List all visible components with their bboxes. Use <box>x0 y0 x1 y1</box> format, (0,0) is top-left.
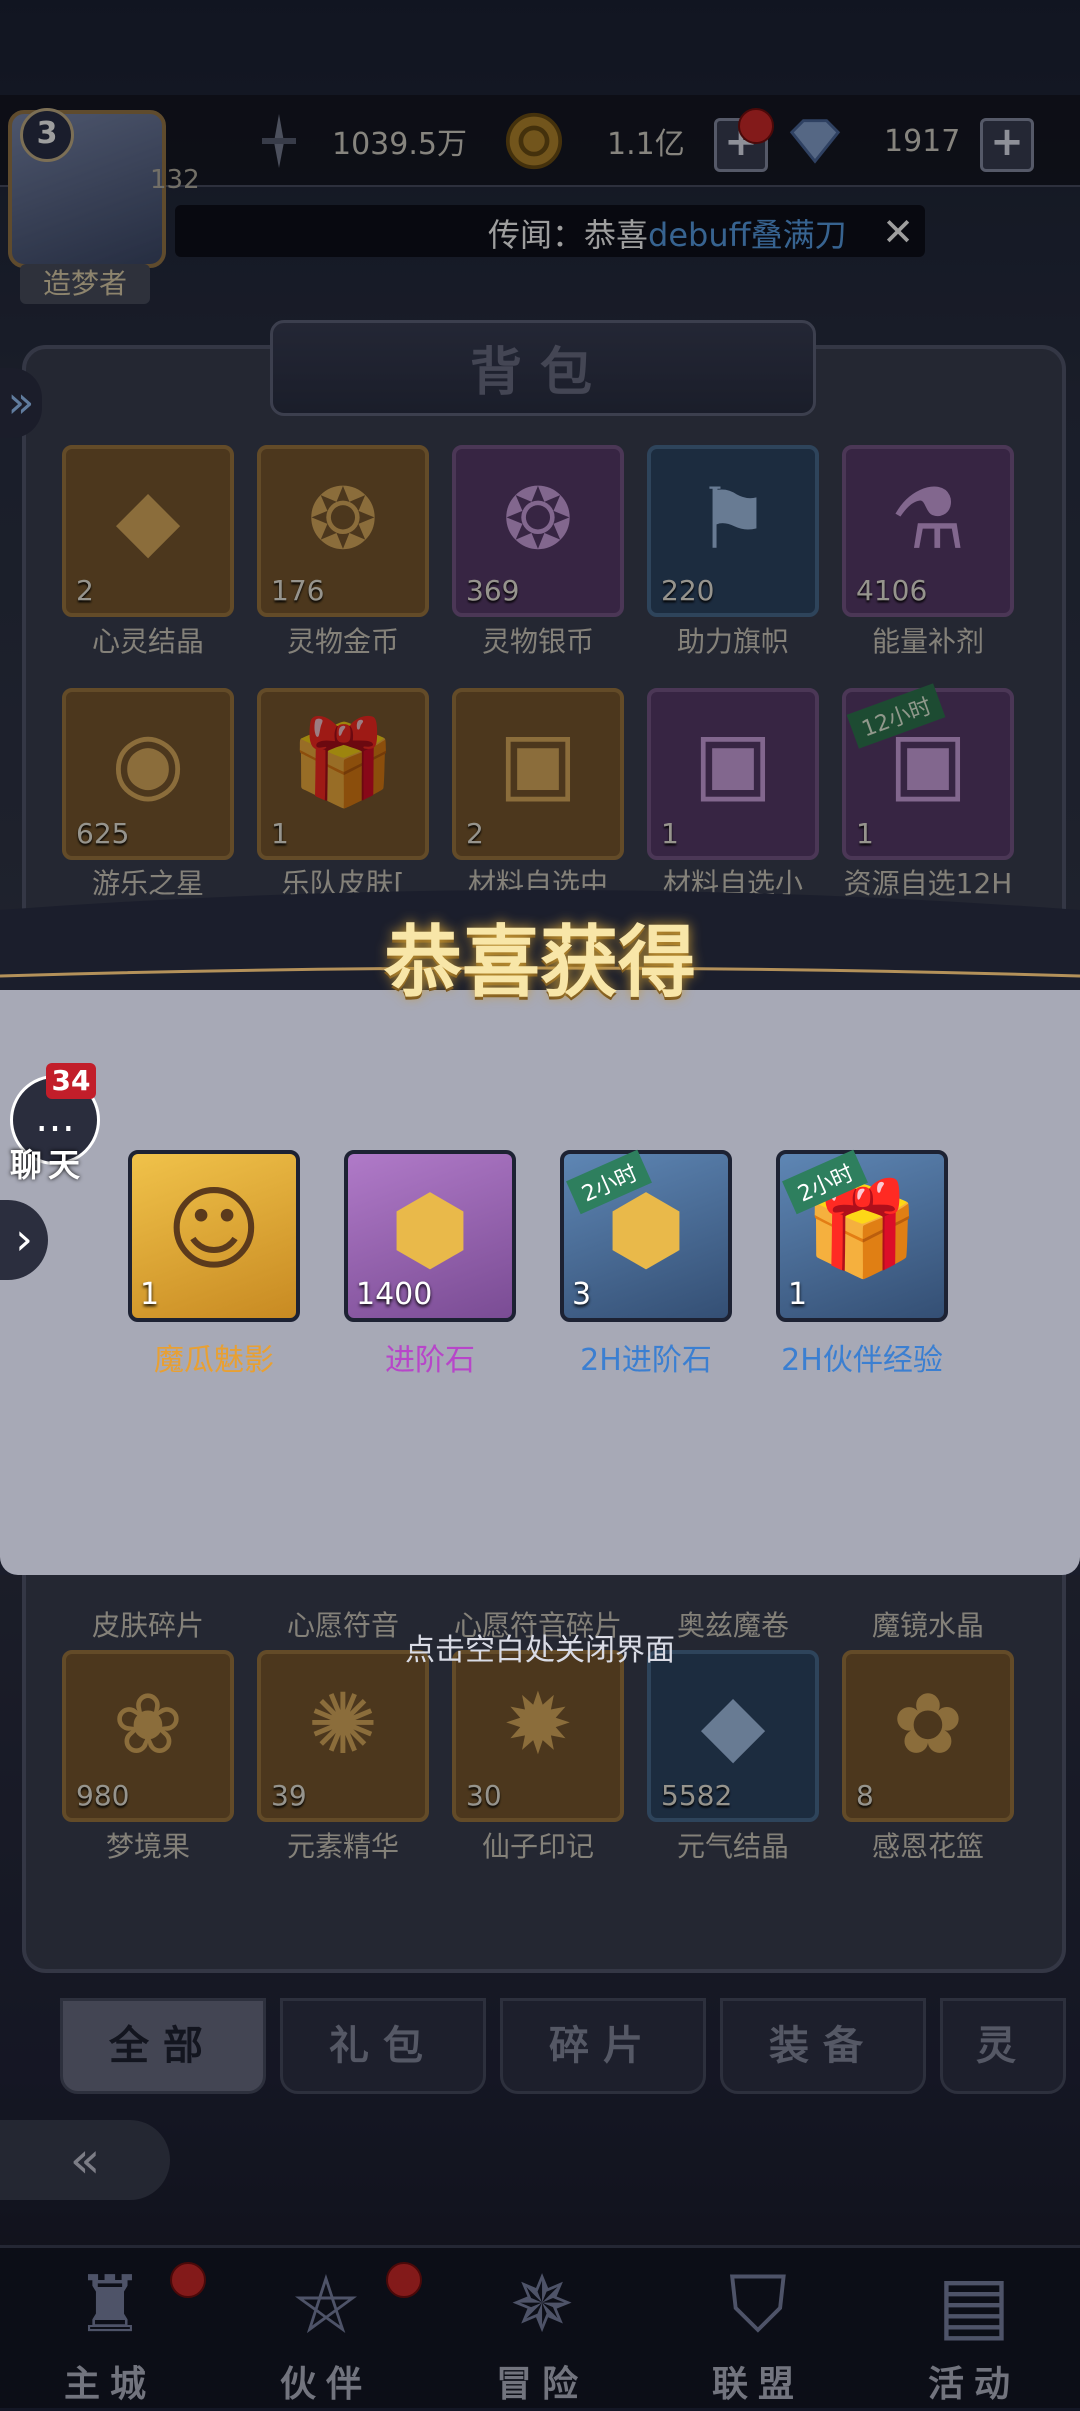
reward-title: 恭喜获得 <box>383 917 696 1008</box>
reward-item[interactable]: ☺ 1 <box>128 1150 300 1322</box>
reward-label: 2H伙伴经验 <box>781 1343 943 1378</box>
reward-item[interactable]: ⬢ 1400 <box>344 1150 516 1322</box>
reward-qty: 1 <box>140 1277 160 1312</box>
reward-qty: 3 <box>572 1277 592 1312</box>
reward-item[interactable]: ⬢ 2小时 3 <box>560 1149 732 1322</box>
reward-qty: 1400 <box>356 1277 433 1312</box>
chat-label[interactable]: 聊天 <box>10 1140 100 1186</box>
reward-label: 魔瓜魅影 <box>154 1343 274 1378</box>
reward-qty: 1 <box>788 1277 808 1312</box>
reward-label: 进阶石 <box>385 1343 475 1378</box>
dim-overlay-bottom[interactable] <box>0 1575 1080 2408</box>
close-hint: 点击空白处关闭界面 <box>405 1633 675 1668</box>
reward-label: 2H进阶石 <box>580 1343 712 1378</box>
reward-item[interactable]: 🎁 2小时 1 <box>776 1149 948 1322</box>
chat-count-badge: 34 <box>46 1063 96 1099</box>
dim-overlay-top[interactable] <box>0 0 1080 990</box>
